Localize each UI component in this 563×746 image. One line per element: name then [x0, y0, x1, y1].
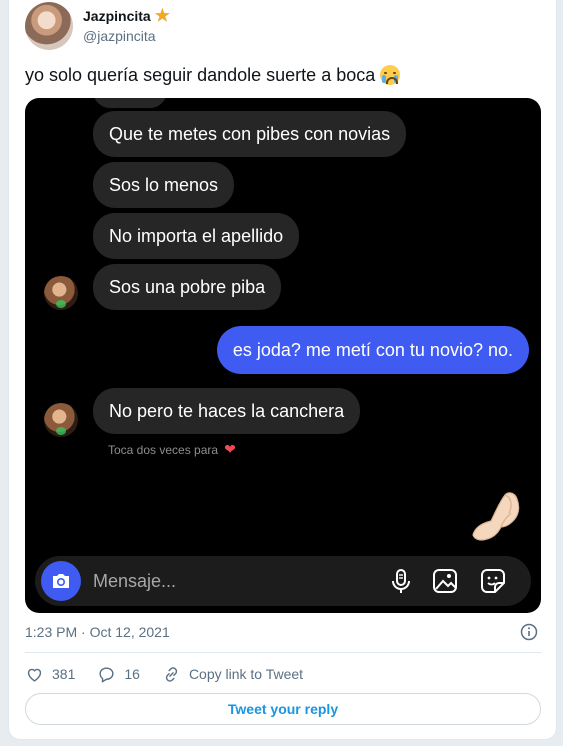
message-bubble-sent: es joda? me metí con tu novio? no. — [216, 326, 529, 374]
microphone-icon[interactable] — [387, 567, 415, 595]
copy-link-button[interactable]: Copy link to Tweet — [162, 665, 303, 684]
like-button[interactable]: 381 — [25, 665, 75, 684]
message-bubble-received: No pero te haces la canchera — [93, 388, 361, 434]
red-heart-icon: ❤ — [224, 441, 236, 457]
double-tap-hint-text: Toca dos veces para — [108, 442, 219, 457]
sender-avatar — [44, 276, 78, 310]
camera-icon — [53, 574, 69, 588]
tweet-text-content: yo solo quería seguir dandole suerte a b… — [25, 65, 376, 85]
sticker-icon[interactable] — [479, 567, 507, 595]
message-input[interactable]: Mensaje... — [93, 556, 176, 606]
link-icon — [165, 666, 178, 682]
crying-face-icon — [380, 65, 401, 85]
message-bubble-received: Sos una pobre piba — [93, 264, 282, 310]
user-handle[interactable]: @jazpincita — [83, 28, 156, 44]
user-avatar[interactable] — [25, 2, 73, 50]
tweet-timestamp[interactable]: 1:23 PM · Oct 12, 2021 — [25, 624, 170, 640]
info-icon[interactable] — [520, 623, 538, 641]
sender-avatar — [44, 403, 78, 437]
reply-button[interactable]: 16 — [97, 665, 140, 684]
message-bubble-received: Sos lo menos — [93, 162, 235, 208]
tweet-text: yo solo quería seguir dandole suerte a b… — [25, 64, 401, 86]
divider — [25, 652, 542, 653]
gallery-icon[interactable] — [431, 567, 459, 595]
star-icon: ★ — [154, 6, 170, 25]
tweet-actions: 381 16 Copy link to Tweet — [25, 663, 325, 685]
display-name-row[interactable]: Jazpincita ★ — [83, 6, 170, 25]
message-composer[interactable]: Mensaje... — [35, 556, 531, 606]
attached-screenshot[interactable]: Que te metes con pibes con novias Sos lo… — [25, 98, 541, 613]
tweet-your-reply-button[interactable]: Tweet your reply — [25, 693, 541, 725]
message-bubble-received: Que te metes con pibes con novias — [93, 111, 407, 157]
display-name[interactable]: Jazpincita — [83, 8, 151, 24]
like-count: 381 — [52, 666, 76, 682]
copy-link-label: Copy link to Tweet — [188, 666, 304, 682]
camera-button[interactable] — [41, 561, 81, 601]
heart-icon — [27, 668, 42, 682]
double-tap-hint: Toca dos veces para ❤ — [108, 441, 236, 458]
message-bubble-partial — [93, 98, 167, 108]
comment-icon — [99, 666, 114, 683]
pinched-fingers-emoji-icon — [472, 492, 520, 541]
tweet-card: Jazpincita ★ @jazpincita yo solo quería … — [8, 0, 557, 740]
message-bubble-received: No importa el apellido — [93, 213, 300, 259]
reply-count: 16 — [124, 666, 140, 682]
